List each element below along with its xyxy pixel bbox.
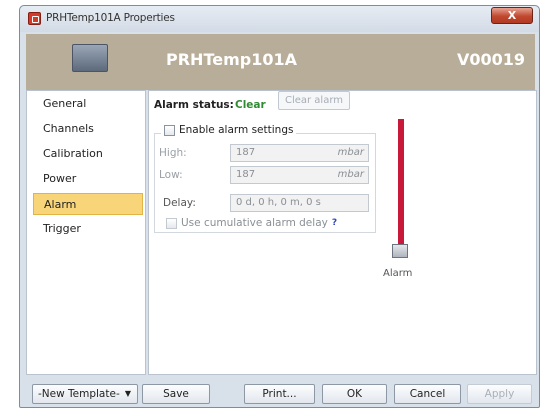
high-label: High: xyxy=(159,147,187,159)
cumulative-delay-row[interactable]: Use cumulative alarm delay ? xyxy=(163,217,341,229)
cumulative-delay-label: Use cumulative alarm delay xyxy=(181,217,328,229)
apply-button[interactable]: Apply xyxy=(467,384,532,404)
help-icon[interactable]: ? xyxy=(332,218,337,228)
cancel-button[interactable]: Cancel xyxy=(394,384,461,404)
enable-alarm-label: Enable alarm settings xyxy=(179,124,294,136)
device-icon xyxy=(72,44,108,72)
high-unit: mbar xyxy=(337,147,364,158)
save-button[interactable]: Save xyxy=(142,384,210,404)
sidebar-item-general[interactable]: General xyxy=(33,93,143,115)
device-name: PRHTemp101A xyxy=(166,50,297,69)
sidebar-item-trigger[interactable]: Trigger xyxy=(33,218,143,240)
chevron-down-icon: ▼ xyxy=(124,389,131,398)
low-unit: mbar xyxy=(337,169,364,180)
template-select[interactable]: -New Template- ▼ xyxy=(32,384,138,404)
alarm-level-bar xyxy=(398,119,404,247)
alarm-level-handle[interactable] xyxy=(392,244,408,258)
sidebar-item-calibration[interactable]: Calibration xyxy=(33,143,143,165)
low-label: Low: xyxy=(159,169,183,181)
alarm-status-label: Alarm status: xyxy=(154,99,234,111)
template-select-value: -New Template- xyxy=(38,388,120,400)
sidebar-item-alarm[interactable]: Alarm xyxy=(33,193,143,215)
footer-bar: -New Template- ▼ Save Print... OK Cancel… xyxy=(26,381,535,407)
cumulative-delay-checkbox[interactable] xyxy=(166,217,177,229)
alarm-indicator-label: Alarm xyxy=(383,268,413,279)
app-icon xyxy=(28,12,41,25)
enable-alarm-checkbox[interactable] xyxy=(164,124,175,136)
delay-field[interactable]: 0 d, 0 h, 0 m, 0 s xyxy=(230,194,369,212)
alarm-status-value: Clear xyxy=(235,99,266,111)
sidebar-item-channels[interactable]: Channels xyxy=(33,118,143,140)
device-id: V00019 xyxy=(456,50,525,69)
ok-button[interactable]: OK xyxy=(322,384,387,404)
high-value: 187 xyxy=(236,147,256,158)
window-title: PRHTemp101A Properties xyxy=(46,12,175,24)
close-button[interactable]: X xyxy=(491,7,533,24)
sidebar: General Channels Calibration Power Alarm… xyxy=(26,90,146,375)
device-header: PRHTemp101A V00019 xyxy=(26,34,535,90)
delay-label: Delay: xyxy=(163,197,196,209)
low-field[interactable]: 187 mbar xyxy=(230,166,369,184)
low-value: 187 xyxy=(236,169,256,180)
properties-window: PRHTemp101A Properties X PRHTemp101A V00… xyxy=(19,5,540,408)
clear-alarm-button[interactable]: Clear alarm xyxy=(278,91,350,110)
delay-value: 0 d, 0 h, 0 m, 0 s xyxy=(236,197,321,208)
title-bar[interactable]: PRHTemp101A Properties X xyxy=(20,6,539,32)
enable-alarm-row[interactable]: Enable alarm settings xyxy=(161,124,297,136)
high-field[interactable]: 187 mbar xyxy=(230,144,369,162)
alarm-panel: Alarm status: Clear Clear alarm Enable a… xyxy=(148,90,537,375)
print-button[interactable]: Print... xyxy=(244,384,315,404)
sidebar-item-power[interactable]: Power xyxy=(33,168,143,190)
